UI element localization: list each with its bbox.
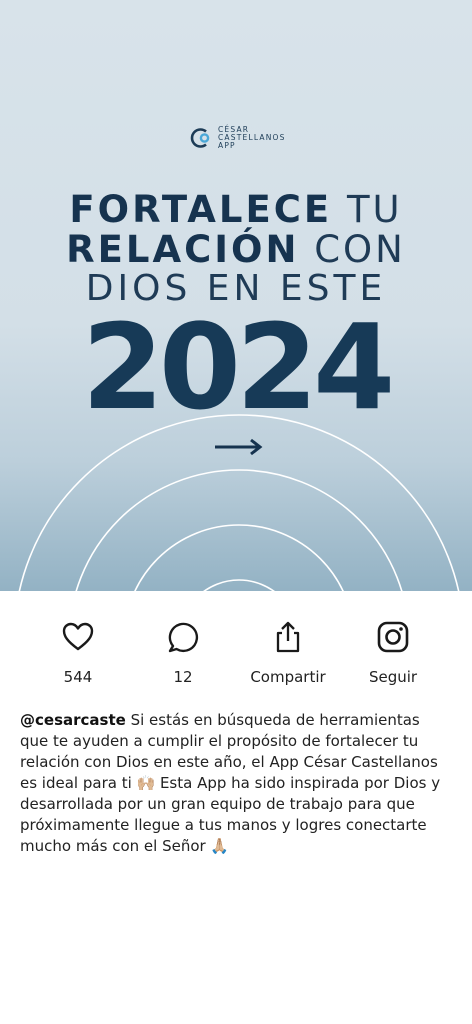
caption-text: Si estás en búsqueda de herramientas que… — [20, 711, 441, 855]
share-label: Compartir — [250, 668, 326, 686]
comment-button[interactable]: 12 — [133, 620, 233, 686]
headline-light-word: TU — [346, 188, 403, 231]
like-count: 544 — [63, 668, 93, 686]
share-button[interactable]: Compartir — [238, 620, 338, 686]
caption-username[interactable]: @cesarcaste — [20, 711, 126, 729]
like-button[interactable]: 544 — [28, 620, 128, 686]
comment-count: 12 — [173, 668, 193, 686]
headline-light-word: CON — [314, 228, 406, 271]
app-logo: CÉSAR CASTELLANOS APP — [189, 126, 286, 150]
headline-line-1: FORTALECE TU — [0, 188, 472, 231]
logo-text-line: APP — [218, 141, 236, 150]
follow-label: Seguir — [368, 668, 418, 686]
share-icon — [276, 621, 300, 653]
headline-year: 2024 — [81, 298, 395, 436]
arrow-right-icon — [215, 438, 263, 456]
post-caption: @cesarcaste Si estás en búsqueda de herr… — [20, 710, 452, 857]
heart-icon — [62, 622, 94, 651]
logo-mark-icon — [190, 128, 210, 148]
post-image[interactable]: CÉSAR CASTELLANOS APP FORTALECE TU RELAC… — [0, 0, 472, 591]
headline-bold-word: FORTALECE — [69, 188, 333, 231]
headline-line-2: RELACIÓN CON — [0, 228, 472, 271]
headline-bold-word: RELACIÓN — [66, 228, 300, 271]
instagram-icon — [377, 621, 409, 653]
post-actions-bar: 544 12 Compartir Seguir — [0, 620, 472, 690]
comment-bubble-icon — [168, 622, 199, 653]
follow-button[interactable]: Seguir — [343, 620, 443, 686]
logo-text: CÉSAR CASTELLANOS APP — [218, 126, 286, 150]
